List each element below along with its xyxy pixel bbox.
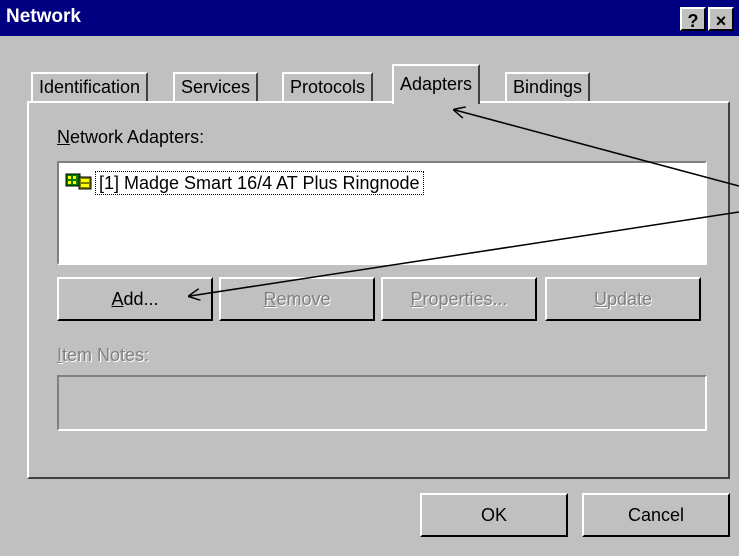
- arrow-to-add-button: [190, 211, 739, 296]
- network-dialog: Network ? × Identification Services Prot…: [0, 0, 739, 556]
- arrow-to-adapters-tab: [455, 110, 739, 187]
- annotation-arrows: [0, 0, 739, 556]
